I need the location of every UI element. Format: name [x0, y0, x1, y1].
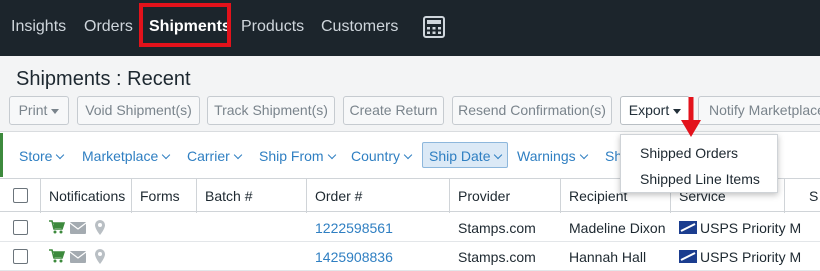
filter-carrier-label: Carrier	[187, 148, 230, 164]
notify-marketplace-button[interactable]: Notify Marketplace	[698, 96, 820, 125]
column-divider	[306, 179, 307, 213]
filter-ship-date-label: Ship Date	[429, 148, 491, 164]
column-header-order[interactable]: Order #	[315, 188, 362, 204]
usps-logo-icon	[679, 250, 697, 263]
usps-logo-icon	[679, 221, 697, 234]
provider-cell: Stamps.com	[458, 249, 536, 265]
chevron-down-icon	[494, 150, 503, 160]
recipient-cell: Hannah Hall	[569, 249, 647, 265]
print-button[interactable]: Print	[9, 96, 69, 125]
filter-ship-from[interactable]: Ship From	[259, 148, 336, 164]
column-divider	[560, 179, 561, 213]
filter-country[interactable]: Country	[351, 148, 413, 164]
filter-marketplace[interactable]: Marketplace	[82, 148, 171, 164]
export-label: Export	[628, 102, 670, 118]
nav-customers[interactable]: Customers	[321, 18, 398, 36]
filter-marketplace-label: Marketplace	[82, 148, 159, 164]
chevron-down-icon	[233, 150, 243, 160]
filter-warnings-label: Warnings	[517, 148, 576, 164]
filter-country-label: Country	[351, 148, 401, 164]
chevron-down-icon	[56, 150, 65, 160]
chevron-down-icon	[162, 150, 171, 160]
caret-down-icon	[51, 108, 60, 114]
column-divider	[449, 179, 450, 213]
mail-icon[interactable]	[70, 251, 86, 263]
filter-ship-date[interactable]: Ship Date	[422, 142, 509, 168]
page-title: Shipments : Recent	[16, 68, 191, 90]
column-header-truncated[interactable]: S	[809, 188, 818, 204]
filter-ship-from-label: Ship From	[259, 148, 324, 164]
filter-carrier[interactable]: Carrier	[187, 148, 243, 164]
provider-cell: Stamps.com	[458, 220, 536, 236]
order-number-link[interactable]: 1222598561	[315, 220, 393, 236]
annotation-arrow-icon	[681, 97, 701, 137]
row-checkbox[interactable]	[13, 249, 28, 264]
top-nav: Insights Orders Shipments Products Custo…	[0, 0, 820, 56]
service-cell: USPS Priority M	[700, 249, 802, 265]
cart-icon[interactable]	[49, 249, 65, 263]
select-all-checkbox[interactable]	[13, 188, 28, 203]
print-label: Print	[18, 102, 48, 118]
filter-store-label: Store	[19, 148, 53, 164]
chevron-down-icon	[327, 150, 336, 160]
column-divider	[784, 179, 785, 213]
column-divider	[40, 179, 41, 213]
map-pin-icon[interactable]	[95, 220, 105, 235]
mail-icon[interactable]	[70, 222, 86, 234]
column-header-recipient[interactable]: Recipient	[569, 188, 627, 204]
table-row[interactable]: 1222598561 Stamps.com Madeline Dixon USP…	[0, 213, 820, 242]
calculator-icon[interactable]	[423, 16, 445, 38]
nav-insights[interactable]: Insights	[11, 18, 66, 36]
column-header-forms[interactable]: Forms	[140, 188, 180, 204]
resend-confirmation-button[interactable]: Resend Confirmation(s)	[452, 96, 612, 125]
create-return-button[interactable]: Create Return	[343, 96, 444, 125]
row-checkbox[interactable]	[13, 220, 28, 235]
chevron-down-icon	[403, 150, 413, 160]
column-divider	[196, 179, 197, 213]
map-pin-icon[interactable]	[95, 249, 105, 264]
track-shipment-button[interactable]: Track Shipment(s)	[207, 96, 335, 125]
menu-item-shipped-line-items[interactable]: Shipped Line Items	[640, 171, 760, 187]
nav-orders[interactable]: Orders	[84, 18, 133, 36]
order-number-link[interactable]: 1425908836	[315, 249, 393, 265]
chevron-down-icon	[579, 150, 588, 160]
menu-item-shipped-orders[interactable]: Shipped Orders	[640, 145, 738, 161]
service-cell: USPS Priority M	[700, 220, 802, 236]
column-header-provider[interactable]: Provider	[458, 188, 510, 204]
table-row[interactable]: 1425908836 Stamps.com Hannah Hall USPS P…	[0, 242, 820, 271]
void-shipment-button[interactable]: Void Shipment(s)	[77, 96, 200, 125]
filter-store[interactable]: Store	[19, 148, 65, 164]
cart-icon[interactable]	[49, 220, 65, 234]
column-divider	[131, 179, 132, 213]
export-dropdown-menu: Shipped Orders Shipped Line Items	[620, 134, 778, 193]
column-header-batch[interactable]: Batch #	[205, 188, 252, 204]
column-header-notifications[interactable]: Notifications	[49, 188, 125, 204]
nav-products[interactable]: Products	[241, 18, 304, 36]
nav-highlight-annotation	[139, 3, 231, 47]
filter-warnings[interactable]: Warnings	[517, 148, 588, 164]
recipient-cell: Madeline Dixon	[569, 220, 666, 236]
